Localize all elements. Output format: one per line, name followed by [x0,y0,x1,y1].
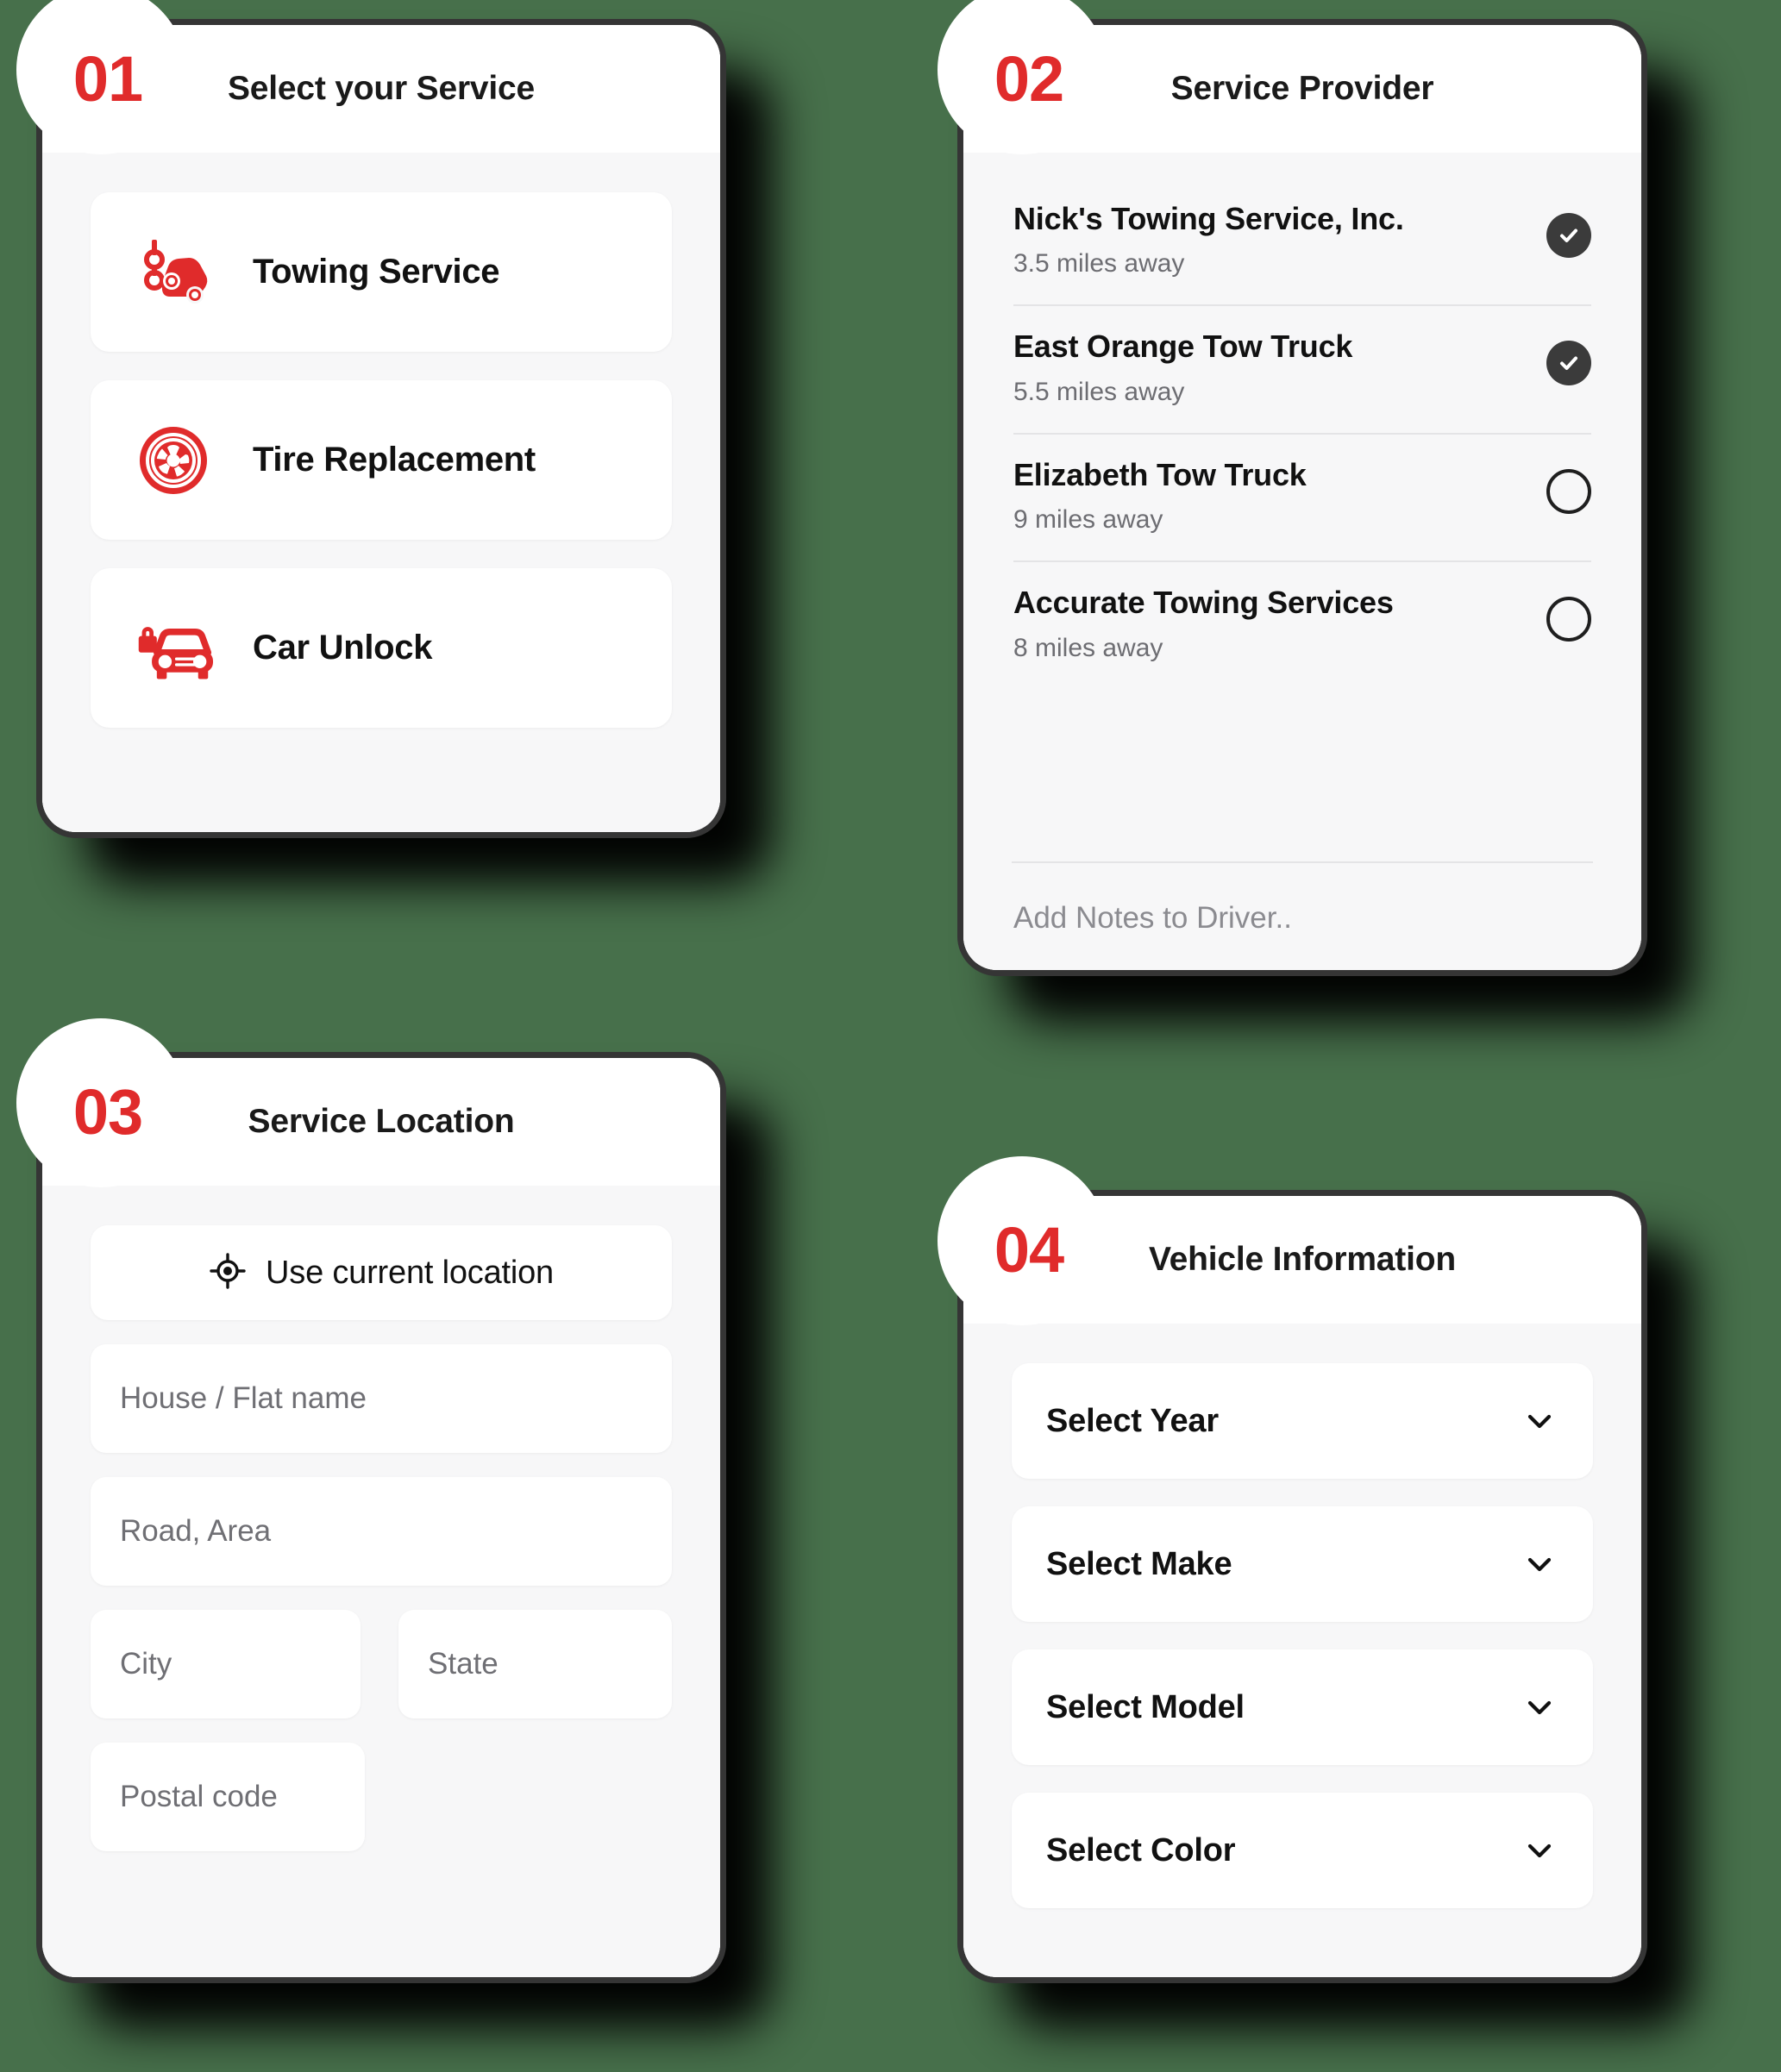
use-current-location-button[interactable]: Use current location [91,1225,672,1320]
chevron-down-icon [1522,1833,1557,1868]
provider-checkbox-unchecked[interactable] [1546,597,1591,642]
step-badge: 04 [938,1156,1107,1325]
card-service-location: Service Location Use current location Ho… [16,1018,800,2057]
provider-name: Nick's Towing Service, Inc. [1013,201,1404,236]
chevron-down-icon [1522,1547,1557,1581]
chevron-down-icon [1522,1690,1557,1725]
select-color-label: Select Color [1046,1831,1236,1869]
card-frame: Service Location Use current location Ho… [16,1018,726,1983]
provider-name: Accurate Towing Services [1013,585,1394,621]
tire-wheel-icon [134,426,213,494]
provider-distance: 3.5 miles away [1013,249,1185,279]
card-frame: Vehicle Information Select Year Select M… [938,1156,1647,1983]
select-color-dropdown[interactable]: Select Color [1012,1793,1593,1908]
service-option-label: Towing Service [253,253,500,291]
check-icon [1560,356,1577,371]
house-flat-name-placeholder: House / Flat name [120,1381,367,1415]
city-state-row: City State [91,1610,672,1718]
check-icon [1560,228,1577,242]
provider-row[interactable]: Nick's Towing Service, Inc. 3.5 miles aw… [1013,178,1591,307]
gps-crosshair-icon [209,1252,247,1294]
provider-checkbox-unchecked[interactable] [1546,468,1591,514]
driver-notes-input[interactable]: Add Notes to Driver.. [1012,861,1593,970]
tow-truck-icon [134,239,213,306]
page-title: Select your Service [227,70,536,107]
page-title: Vehicle Information [1149,1241,1456,1278]
step-number: 04 [994,1213,1064,1286]
city-input[interactable]: City [91,1610,361,1718]
card-vehicle-information: Vehicle Information Select Year Select M… [938,1156,1721,2057]
select-year-dropdown[interactable]: Select Year [1012,1363,1593,1479]
chevron-down-icon [1522,1404,1557,1438]
select-year-label: Select Year [1046,1402,1219,1439]
provider-checkbox-checked[interactable] [1546,213,1591,258]
service-option-tire[interactable]: Tire Replacement [91,380,672,540]
provider-distance: 5.5 miles away [1013,377,1185,406]
provider-row[interactable]: Accurate Towing Services 8 miles away [1013,562,1591,688]
city-placeholder: City [120,1647,172,1681]
service-list: Towing Service Tire Replacement Car Unlo… [91,192,672,728]
state-placeholder: State [428,1647,499,1681]
service-option-towing[interactable]: Towing Service [91,192,672,352]
steps-board: Select your Service Towing Service Tire … [0,0,1781,2072]
card-service-provider: Service Provider Nick's Towing Service, … [938,0,1721,1050]
state-input[interactable]: State [398,1610,672,1718]
use-current-location-label: Use current location [266,1254,554,1291]
service-option-label: Car Unlock [253,629,433,667]
postal-code-input[interactable]: Postal code [91,1743,365,1851]
step-badge: 03 [16,1018,185,1187]
driver-notes-placeholder: Add Notes to Driver.. [1013,901,1292,935]
select-model-dropdown[interactable]: Select Model [1012,1649,1593,1765]
card-select-service: Select your Service Towing Service Tire … [16,0,800,912]
service-option-unlock[interactable]: Car Unlock [91,568,672,728]
provider-distance: 8 miles away [1013,633,1163,662]
provider-row[interactable]: Elizabeth Tow Truck 9 miles away [1013,435,1591,563]
step-number: 02 [994,42,1064,115]
select-make-label: Select Make [1046,1545,1232,1582]
page-title: Service Location [248,1103,515,1140]
postal-code-placeholder: Postal code [120,1780,278,1813]
select-model-label: Select Model [1046,1688,1245,1725]
provider-list: Nick's Towing Service, Inc. 3.5 miles aw… [1012,178,1593,861]
provider-distance: 9 miles away [1013,505,1163,535]
road-area-input[interactable]: Road, Area [91,1477,672,1586]
page-title: Service Provider [1170,70,1434,107]
car-lock-icon [134,615,213,682]
road-area-placeholder: Road, Area [120,1514,272,1548]
vehicle-form: Select Year Select Make Select Model Sel… [1012,1363,1593,1908]
card-frame: Service Provider Nick's Towing Service, … [938,0,1647,976]
provider-row[interactable]: East Orange Tow Truck 5.5 miles away [1013,306,1591,435]
step-number: 01 [72,42,143,115]
provider-name: Elizabeth Tow Truck [1013,456,1307,492]
provider-name: East Orange Tow Truck [1013,329,1353,365]
house-flat-name-input[interactable]: House / Flat name [91,1344,672,1453]
card-frame: Select your Service Towing Service Tire … [16,0,726,838]
provider-checkbox-checked[interactable] [1546,341,1591,386]
location-form: Use current location House / Flat name R… [91,1225,672,1851]
select-make-dropdown[interactable]: Select Make [1012,1506,1593,1622]
service-option-label: Tire Replacement [253,441,536,479]
step-number: 03 [72,1075,143,1148]
